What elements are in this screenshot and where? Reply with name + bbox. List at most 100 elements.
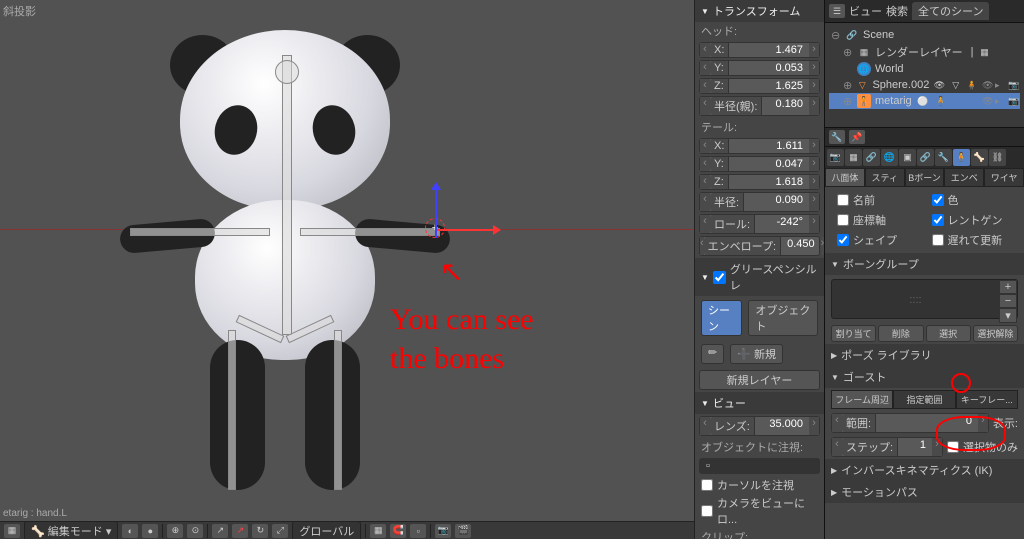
tab-armature[interactable]: 🧍 — [953, 149, 970, 166]
grease-pencil-header[interactable]: グリースペンシルレ — [695, 258, 824, 296]
shading-icon[interactable]: ◐ — [122, 524, 138, 538]
envelope-field[interactable]: ‹エンベロープ:0.450› — [699, 236, 820, 256]
snap-type-icon[interactable]: ▫ — [410, 524, 426, 538]
props-pin-icon[interactable]: 📌 — [849, 130, 865, 144]
tail-z-field[interactable]: ‹Z:1.618› — [699, 174, 820, 190]
radius-field[interactable]: ‹半径:0.090› — [699, 192, 820, 212]
tab-world[interactable]: 🌐 — [881, 149, 898, 166]
bone-leg-right[interactable] — [334, 330, 342, 490]
outliner-view-menu[interactable]: ビュー — [849, 3, 882, 19]
ghost-step-field[interactable]: ‹ステップ:1› — [831, 437, 943, 457]
head-y-field[interactable]: ‹Y:0.053› — [699, 60, 820, 76]
outliner-all-scenes[interactable]: 全てのシーン — [912, 2, 989, 20]
deselect-btn[interactable]: 選択解除 — [973, 325, 1018, 342]
lock-cursor-checkbox[interactable]: カーソルを注視 — [695, 476, 824, 494]
pivot-icon[interactable]: ⊕ — [167, 524, 183, 538]
outliner-search-menu[interactable]: 検索 — [886, 3, 908, 19]
manipulator-toggle[interactable]: ↗ — [212, 524, 228, 538]
props-editor-icon[interactable]: 🔧 — [829, 130, 845, 144]
transform-header[interactable]: トランスフォーム — [695, 0, 824, 22]
manipulator-x-arrow[interactable] — [435, 229, 495, 231]
outliner-editor-icon[interactable]: ☰ — [829, 4, 845, 18]
view-header[interactable]: ビュー — [695, 392, 824, 414]
colors-checkbox[interactable]: 色 — [926, 191, 1019, 209]
pose-library-header[interactable]: ポーズ ライブラリ — [825, 344, 1024, 366]
bone-spine[interactable] — [282, 55, 292, 335]
tab-scene[interactable]: 🔗 — [863, 149, 880, 166]
outliner-world[interactable]: 🌐World — [829, 61, 1020, 77]
tab-modifiers[interactable]: 🔧 — [935, 149, 952, 166]
tail-x-field[interactable]: ‹X:1.611› — [699, 138, 820, 154]
object-btn[interactable]: オブジェクト — [748, 300, 818, 336]
tab-render-layers[interactable]: ▦ — [845, 149, 862, 166]
outliner-sphere[interactable]: ⊕▽Sphere.002👁▽🧍👁▸📷 — [829, 77, 1020, 93]
shading-icon-2[interactable]: ● — [142, 524, 158, 538]
xray-checkbox[interactable]: レントゲン — [926, 211, 1019, 229]
mode-dropdown[interactable]: 🦴 編集モード ▾ — [24, 521, 118, 539]
tab-bone-constraints[interactable]: ⛓ — [989, 149, 1006, 166]
outliner-scene[interactable]: ⊖🔗Scene — [829, 27, 1020, 43]
display-bbone[interactable]: Bボーン — [905, 168, 945, 187]
outliner-metarig[interactable]: ⊕🧍metarig⚪🧍👁▸📷 — [829, 93, 1020, 109]
outliner-render-layers[interactable]: ⊕▦レンダーレイヤー|▦ — [829, 43, 1020, 61]
ik-header[interactable]: インバースキネマティクス (IK) — [825, 459, 1024, 481]
axes-checkbox[interactable]: 座標軸 — [831, 211, 924, 229]
remove-btn[interactable]: 削除 — [878, 325, 923, 342]
tail-label: テール: — [695, 118, 824, 136]
head-z-field[interactable]: ‹Z:1.625› — [699, 78, 820, 94]
manipulator-rotate[interactable]: ↻ — [252, 524, 268, 538]
bone-group-menu[interactable]: ▾ — [999, 308, 1017, 323]
bone-groups-header[interactable]: ボーングループ — [825, 253, 1024, 275]
manipulator-z-arrow[interactable] — [435, 188, 437, 238]
tab-render[interactable]: 📷 — [827, 149, 844, 166]
delay-checkbox[interactable]: 遅れて更新 — [926, 231, 1019, 249]
motion-paths-header[interactable]: モーションパス — [825, 481, 1024, 503]
snap-magnet-icon[interactable]: 🧲 — [390, 524, 406, 538]
render-icon[interactable]: 📷 — [435, 524, 451, 538]
select-btn[interactable]: 選択 — [926, 325, 971, 342]
tail-y-field[interactable]: ‹Y:0.047› — [699, 156, 820, 172]
editor-type-icon[interactable]: ▦ — [4, 524, 20, 538]
tab-bone[interactable]: 🦴 — [971, 149, 988, 166]
grease-pencil-checkbox[interactable] — [713, 271, 726, 284]
lens-field[interactable]: ‹レンズ:35.000› — [699, 416, 820, 436]
ghost-header[interactable]: ゴースト — [825, 366, 1024, 388]
pencil-icon[interactable]: ✏ — [701, 344, 724, 364]
ghost-on-keys[interactable]: キーフレー... — [956, 390, 1018, 409]
orientation-dropdown[interactable]: グローバル — [292, 521, 361, 539]
display-octahedral[interactable]: 八面体 — [825, 168, 865, 187]
bone-head-sphere[interactable] — [275, 60, 299, 84]
head-x-field[interactable]: ‹X:1.467› — [699, 42, 820, 58]
panda-mesh[interactable] — [160, 30, 410, 500]
display-wire[interactable]: ワイヤ — [984, 168, 1024, 187]
bone-group-add[interactable]: + — [999, 280, 1017, 294]
display-stick[interactable]: スティ — [865, 168, 905, 187]
render-icon-2[interactable]: 🎬 — [455, 524, 471, 538]
manipulator-translate[interactable]: ↗ — [232, 524, 248, 538]
outliner[interactable]: ⊖🔗Scene ⊕▦レンダーレイヤー|▦ 🌐World ⊕▽Sphere.002… — [825, 23, 1024, 128]
lock-object-field[interactable]: ▫ — [699, 458, 820, 474]
bone-group-remove[interactable]: − — [999, 294, 1017, 308]
tab-object[interactable]: ▣ — [899, 149, 916, 166]
scene-btn[interactable]: シーン — [701, 300, 742, 336]
ghost-in-range[interactable]: 指定範囲 — [893, 390, 955, 409]
assign-btn[interactable]: 割り当て — [831, 325, 876, 342]
tab-constraints[interactable]: 🔗 — [917, 149, 934, 166]
lock-camera-checkbox[interactable]: カメラをビューにロ... — [695, 494, 824, 528]
viewport-3d[interactable]: 斜投影 ↖ You can see the bones etarig : han… — [0, 0, 694, 539]
layers-icon[interactable]: ▦ — [370, 524, 386, 538]
display-envelope[interactable]: エンベ — [944, 168, 984, 187]
manipulator-scale[interactable]: ⤢ — [272, 524, 288, 538]
bone-leg-left[interactable] — [228, 330, 236, 490]
radius-parent-field[interactable]: ‹半径(親):0.180› — [699, 96, 820, 116]
shapes-checkbox[interactable]: シェイプ — [831, 231, 924, 249]
bone-arm-right[interactable] — [300, 228, 440, 236]
new-btn[interactable]: ➕ 新規 — [730, 344, 783, 364]
new-layer-btn[interactable]: 新規レイヤー — [699, 370, 820, 390]
roll-field[interactable]: ‹ロール:-242°› — [699, 214, 820, 234]
bone-arm-left[interactable] — [130, 228, 270, 236]
snap-icon[interactable]: ⊙ — [187, 524, 203, 538]
names-checkbox[interactable]: 名前 — [831, 191, 924, 209]
bone-groups-list[interactable]: :::: + − ▾ — [831, 279, 1018, 319]
ghost-around-frame[interactable]: フレーム周辺 — [831, 390, 893, 409]
